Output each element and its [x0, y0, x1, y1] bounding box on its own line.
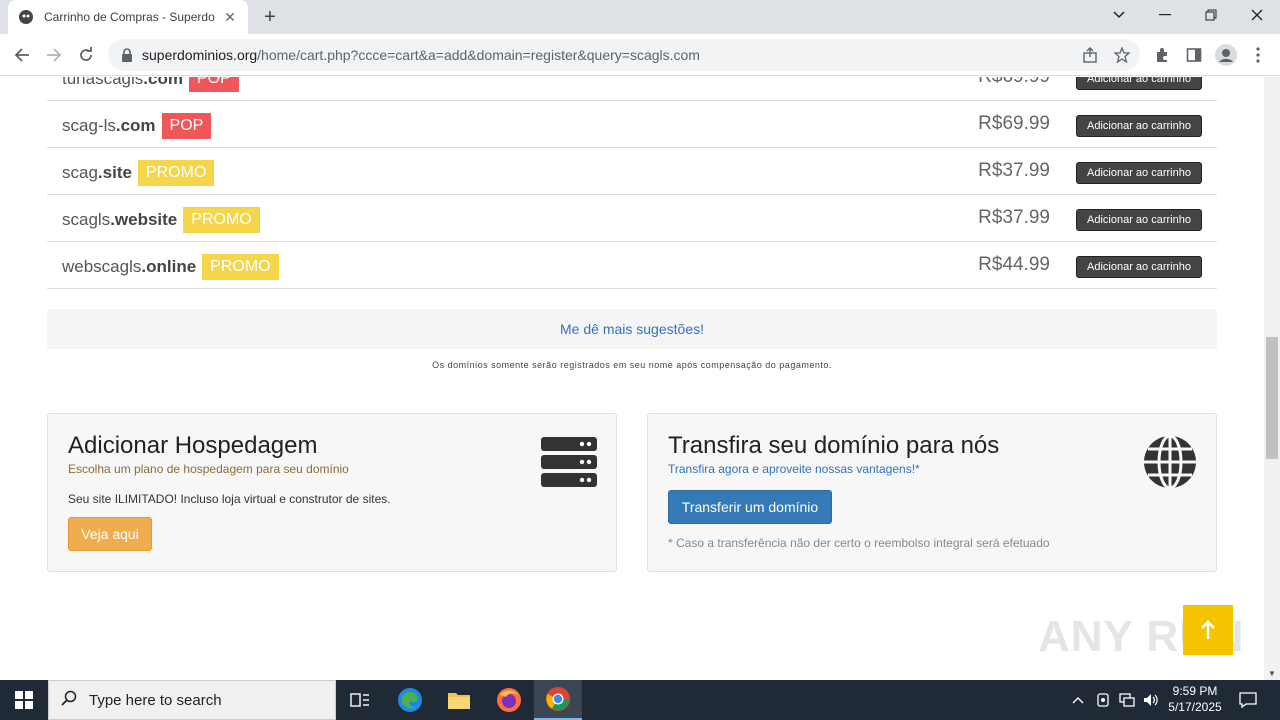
globe-icon [1144, 434, 1196, 490]
more-suggestions-link[interactable]: Me dê mais sugestões! [47, 309, 1217, 349]
start-button[interactable] [0, 680, 48, 720]
domain-tld: .website [110, 210, 178, 229]
domain-sld: scagls [62, 210, 111, 229]
back-to-top-button[interactable] [1183, 605, 1233, 655]
add-to-cart-button[interactable]: Adicionar ao carrinho [1076, 115, 1202, 137]
domain-tld: .com [143, 77, 183, 88]
bookmark-star-icon[interactable] [1108, 41, 1136, 69]
address-bar[interactable]: superdominios.org/home/cart.php?ccce=car… [108, 39, 1140, 71]
domain-sld: tunascagls [62, 77, 144, 88]
show-hidden-icons-chevron-icon[interactable] [1068, 680, 1088, 720]
transfer-panel: Transfira seu domínio para nós Transfira… [647, 413, 1217, 572]
search-icon [49, 690, 89, 711]
domain-sld: scag [62, 163, 98, 182]
promo-badge: PROMO [202, 254, 279, 280]
url-text[interactable]: superdominios.org/home/cart.php?ccce=car… [142, 47, 700, 63]
url-path: /home/cart.php?ccce=cart&a=add&domain=re… [257, 47, 700, 63]
hosting-panel: Adicionar Hospedagem Escolha um plano de… [47, 413, 617, 572]
add-to-cart-button[interactable]: Adicionar ao carrinho [1076, 209, 1202, 231]
server-icon [541, 437, 597, 487]
scroll-down-arrow-icon[interactable]: ▼ [1268, 669, 1276, 678]
registration-disclaimer: Os domínios somente serão registrados em… [432, 360, 832, 370]
domain-tld: .site [97, 163, 132, 182]
page-scrollbar[interactable]: ▼ [1264, 77, 1280, 680]
domain-row: scagls .website PROMO R$37.99 Adicionar ao… [47, 195, 1217, 242]
browser-toolbar: superdominios.org/home/cart.php?ccce=car… [0, 34, 1280, 76]
transfer-domain-button[interactable]: Transferir um domínio [668, 490, 832, 524]
domain-row: scag .site PROMO R$37.99 Adicionar ao carr… [47, 148, 1217, 195]
add-to-cart-button[interactable]: Adicionar ao carrinho [1076, 256, 1202, 278]
domain-price: R$69.99 [978, 77, 1050, 88]
add-to-cart-button[interactable]: Adicionar ao carrinho [1076, 77, 1202, 90]
domain-price: R$69.99 [978, 113, 1050, 134]
forward-arrow-icon[interactable] [40, 41, 68, 69]
tab-search-icon[interactable] [1096, 0, 1142, 30]
search-placeholder: Type here to search [89, 691, 222, 709]
domain-tld: .com [115, 116, 156, 135]
tab-title: Carrinho de Compras - Superdo [44, 10, 215, 24]
lock-icon [122, 48, 132, 62]
arrow-up-icon [1201, 620, 1215, 639]
domain-row: webscagls .online PROMO R$44.99 Adicionar … [47, 242, 1217, 289]
device-tray-icon[interactable] [1092, 680, 1114, 720]
reload-icon[interactable] [72, 41, 100, 69]
edge-browser-icon[interactable] [386, 680, 434, 720]
pop-badge: POP [161, 113, 212, 139]
minimize-button[interactable] [1142, 0, 1188, 30]
clock-time: 9:59 PM [1172, 684, 1218, 698]
windows-taskbar: Type here to search 9:59 PM 5/17/2025 [0, 680, 1280, 720]
side-panel-icon[interactable] [1180, 41, 1208, 69]
domain-row: scag-ls .com POP R$69.99 Adicionar ao carr… [47, 101, 1217, 148]
share-icon[interactable] [1076, 41, 1104, 69]
view-hosting-button[interactable]: Veja aqui [68, 517, 152, 551]
promo-badge: PROMO [183, 207, 260, 233]
domain-price: R$37.99 [978, 160, 1050, 181]
add-to-cart-button[interactable]: Adicionar ao carrinho [1076, 162, 1202, 184]
hosting-subtitle: Escolha um plano de hospedagem para seu … [68, 462, 349, 476]
volume-icon[interactable] [1140, 680, 1162, 720]
browser-tab[interactable]: Carrinho de Compras - Superdo ✕ [8, 0, 248, 34]
domain-row: tunascagls.com POP R$69.99 Adicionar ao c… [47, 77, 1217, 101]
task-view-icon[interactable] [336, 680, 384, 720]
back-arrow-icon[interactable] [8, 41, 36, 69]
hosting-title: Adicionar Hospedagem [68, 432, 318, 459]
domain-name: webscagls .online PROMO [62, 254, 279, 280]
system-clock[interactable]: 9:59 PM 5/17/2025 [1160, 683, 1230, 715]
url-host: superdominios.org [142, 47, 258, 63]
taskbar-search-box[interactable]: Type here to search [48, 680, 336, 720]
extensions-icon[interactable] [1148, 41, 1176, 69]
domain-name: scagls .website PROMO [62, 207, 260, 233]
clock-date: 5/17/2025 [1168, 700, 1222, 714]
page-viewport: tunascagls.comPOP R$69.99 Adicionar ao c… [0, 77, 1264, 680]
domain-tld: .online [141, 257, 197, 276]
domain-name: scag .site PROMO [62, 160, 215, 186]
domain-sld: scag-ls [62, 116, 116, 135]
file-explorer-icon[interactable] [435, 680, 483, 720]
windows-logo-icon [15, 691, 33, 709]
network-icon[interactable] [1116, 680, 1138, 720]
chrome-icon[interactable] [534, 680, 582, 720]
domain-price: R$44.99 [978, 254, 1050, 275]
close-window-button[interactable] [1234, 0, 1280, 30]
domain-sld: webscagls [62, 257, 142, 276]
profile-avatar-icon[interactable] [1212, 41, 1240, 69]
tab-strip: Carrinho de Compras - Superdo ✕ + [0, 0, 1280, 34]
pop-badge: POP [188, 77, 239, 92]
restore-button[interactable] [1188, 0, 1234, 30]
site-favicon-icon [19, 10, 33, 24]
transfer-subtitle: Transfira agora e aproveite nossas vanta… [668, 462, 920, 476]
promo-badge: PROMO [137, 160, 215, 186]
firefox-icon[interactable] [485, 680, 533, 720]
domain-name: scag-ls .com POP [62, 113, 212, 139]
domain-name: tunascagls .com POP [62, 77, 239, 92]
tab-close-icon[interactable]: ✕ [222, 9, 238, 25]
hosting-description: Seu site ILIMITADO! Incluso loja virtual… [68, 492, 391, 506]
new-tab-button[interactable]: + [258, 6, 282, 28]
menu-kebab-icon[interactable] [1244, 41, 1272, 69]
notifications-icon[interactable] [1234, 680, 1262, 720]
transfer-title: Transfira seu domínio para nós [668, 432, 1000, 459]
transfer-note: * Caso a transferência não der certo o r… [668, 536, 1050, 550]
domain-price: R$37.99 [978, 207, 1050, 228]
scrollbar-thumb[interactable] [1266, 337, 1278, 459]
